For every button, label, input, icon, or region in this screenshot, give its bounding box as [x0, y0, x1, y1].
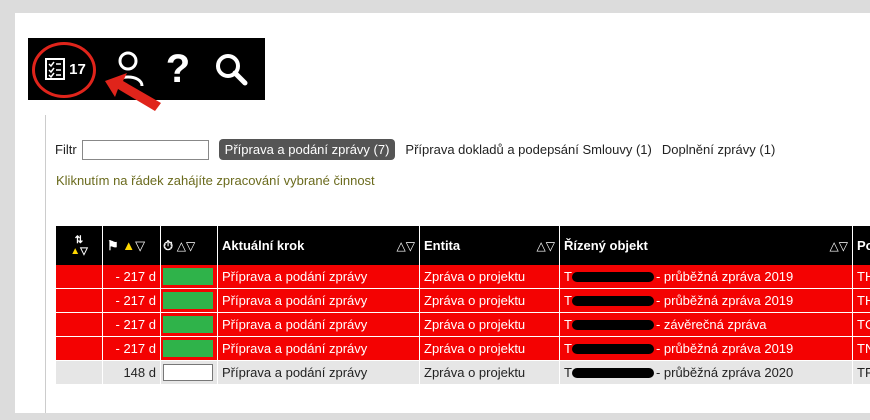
timer-column-header[interactable]: ⏱ △▽: [161, 226, 218, 265]
po-cell: TF: [853, 361, 870, 384]
sort-icon: △▽: [176, 238, 196, 253]
tab-priprava-podani[interactable]: Příprava a podání zprávy (7): [218, 139, 396, 160]
header-label: Řízený objekt: [564, 238, 648, 253]
table-row[interactable]: - 217 d Příprava a podání zprávy Zpráva …: [56, 289, 870, 313]
red-arrow-icon: [105, 73, 161, 111]
header-rizeny-objekt[interactable]: Řízený objekt △▽: [560, 226, 853, 265]
header-entita[interactable]: Entita △▽: [420, 226, 560, 265]
entity-cell: Zpráva o projektu: [420, 265, 560, 288]
table-row[interactable]: - 217 d Příprava a podání zprávy Zpráva …: [56, 313, 870, 337]
step-cell: Příprava a podání zprávy: [218, 265, 420, 288]
redaction: [571, 367, 654, 378]
row-handle: [56, 313, 103, 336]
object-suffix: - závěrečná zpráva: [655, 317, 767, 332]
entity-cell: Zpráva o projektu: [420, 337, 560, 360]
step-cell: Příprava a podání zprávy: [218, 361, 420, 384]
object-suffix: - průběžná zpráva 2019: [655, 341, 794, 356]
header-label: Entita: [424, 238, 461, 253]
redaction: [571, 295, 654, 306]
row-handle: [56, 289, 103, 312]
step-cell: Příprava a podání zprávy: [218, 313, 420, 336]
step-cell: Příprava a podání zprávy: [218, 337, 420, 360]
po-cell: TH: [853, 265, 870, 288]
object-suffix: - průběžná zpráva 2020: [655, 365, 794, 380]
progress-cell: [161, 361, 218, 384]
progress-bar: [163, 340, 213, 357]
app-frame: 17 ? Filtr Příprava a podání zprávy (7) …: [15, 13, 870, 413]
object-prefix: T: [564, 293, 572, 308]
task-table: ⇅ ▲▽ ⚑ ▲ ▽ ⏱ △▽ Aktuální krok △▽ Entita △▽ Ř…: [56, 226, 870, 385]
sort-icon: △▽: [396, 238, 415, 253]
stopwatch-icon: ⏱: [163, 237, 174, 253]
progress-bar: [163, 292, 213, 309]
tab-priprava-dokladu[interactable]: Příprava dokladů a podepsání Smlouvy (1): [405, 142, 651, 157]
instruction-text: Kliknutím na řádek zahájíte zpracování v…: [56, 173, 375, 188]
header-aktualni-krok[interactable]: Aktuální krok △▽: [218, 226, 420, 265]
days-cell: - 217 d: [103, 313, 161, 336]
filter-label: Filtr: [55, 142, 77, 157]
object-cell: T - průběžná zpráva 2020: [560, 361, 853, 384]
progress-cell: [161, 337, 218, 360]
days-cell: - 217 d: [103, 289, 161, 312]
days-cell: - 217 d: [103, 337, 161, 360]
object-cell: T - průběžná zpráva 2019: [560, 265, 853, 288]
object-cell: T - závěrečná zpráva: [560, 313, 853, 336]
sort-icon: △▽: [536, 238, 555, 253]
object-prefix: T: [564, 269, 572, 284]
flag-column-header[interactable]: ⚑ ▲ ▽: [103, 226, 161, 265]
table-row[interactable]: - 217 d Příprava a podání zprávy Zpráva …: [56, 337, 870, 361]
object-cell: T - průběžná zpráva 2019: [560, 337, 853, 360]
progress-bar: [163, 364, 213, 381]
flag-icon: ⚑: [107, 237, 119, 253]
progress-cell: [161, 289, 218, 312]
po-cell: TH: [853, 289, 870, 312]
row-handle: [56, 361, 103, 384]
filter-input[interactable]: [81, 139, 209, 160]
entity-cell: Zpráva o projektu: [420, 361, 560, 384]
redaction: [571, 319, 654, 330]
divider: [45, 115, 46, 413]
table-row[interactable]: - 217 d Příprava a podání zprávy Zpráva …: [56, 265, 870, 289]
progress-cell: [161, 313, 218, 336]
object-suffix: - průběžná zpráva 2019: [655, 293, 794, 308]
redaction: [571, 271, 654, 282]
header-label: Aktuální krok: [222, 238, 305, 253]
object-suffix: - průběžná zpráva 2019: [655, 269, 794, 284]
object-prefix: T: [564, 365, 572, 380]
help-icon: ?: [165, 46, 191, 91]
header-po[interactable]: Po: [853, 226, 870, 265]
redaction: [571, 343, 654, 354]
progress-cell: [161, 265, 218, 288]
sort-order-header[interactable]: ⇅ ▲▽: [56, 226, 103, 265]
po-cell: TC: [853, 313, 870, 336]
table-header-row: ⇅ ▲▽ ⚑ ▲ ▽ ⏱ △▽ Aktuální krok △▽ Entita △▽ Ř…: [56, 226, 870, 265]
row-handle: [56, 265, 103, 288]
filter-bar: Filtr Příprava a podání zprávy (7) Přípr…: [55, 139, 775, 160]
search-button[interactable]: [203, 38, 258, 100]
object-prefix: T: [564, 317, 572, 332]
days-cell: 148 d: [103, 361, 161, 384]
progress-bar: [163, 316, 213, 333]
sort-icon: ⇅ ▲▽: [70, 234, 88, 257]
table-row[interactable]: 148 d Příprava a podání zprávy Zpráva o …: [56, 361, 870, 385]
step-cell: Příprava a podání zprávy: [218, 289, 420, 312]
object-prefix: T: [564, 341, 572, 356]
sort-desc-icon: ▽: [135, 237, 146, 253]
header-label: Po: [857, 238, 870, 253]
highlight-circle: [32, 42, 96, 98]
row-handle: [56, 337, 103, 360]
entity-cell: Zpráva o projektu: [420, 313, 560, 336]
tasks-button[interactable]: 17: [28, 38, 103, 100]
progress-bar: [163, 268, 213, 285]
days-cell: - 217 d: [103, 265, 161, 288]
po-cell: TN: [853, 337, 870, 360]
tab-doplneni-zpravy[interactable]: Doplnění zprávy (1): [662, 142, 775, 157]
search-icon: [215, 54, 247, 86]
entity-cell: Zpráva o projektu: [420, 289, 560, 312]
sort-asc-icon: ▲: [122, 238, 136, 253]
sort-icon: △▽: [829, 238, 848, 253]
object-cell: T - průběžná zpráva 2019: [560, 289, 853, 312]
